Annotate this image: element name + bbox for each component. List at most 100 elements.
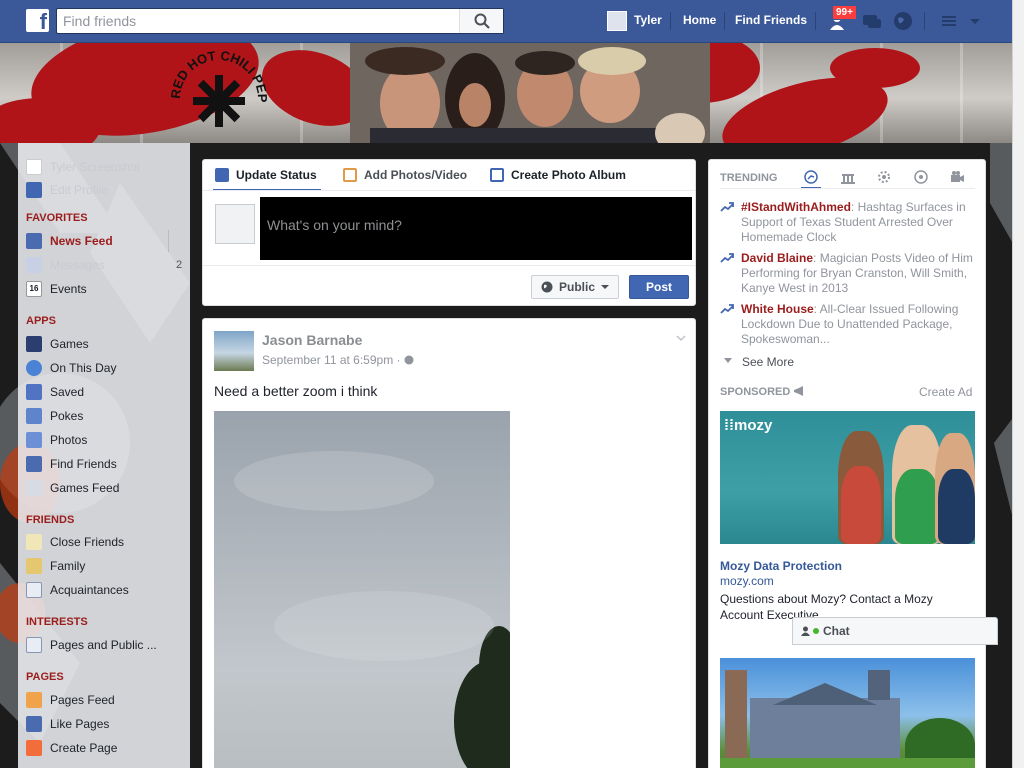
find-friends-icon xyxy=(26,456,42,472)
left-sidebar: Tyler Screenshot Edit Profile FAVORITES … xyxy=(18,143,190,768)
sidebar-item-saved[interactable]: Saved xyxy=(26,383,84,401)
sidebar-item-family[interactable]: Family xyxy=(26,557,85,575)
sidebar-item-games[interactable]: Games xyxy=(26,335,89,353)
cover-banner: RED HOT CHILI PEPPERS xyxy=(0,43,1024,143)
album-icon xyxy=(490,168,504,182)
pages-heading: PAGES xyxy=(26,671,64,683)
search-input[interactable] xyxy=(57,9,457,33)
pencil-icon xyxy=(215,168,229,182)
status-input[interactable]: What's on your mind? xyxy=(260,197,692,260)
sidebar-item-close-friends[interactable]: Close Friends xyxy=(26,533,124,551)
ad-image[interactable]: ⁞⁞mozy xyxy=(720,411,975,544)
messages-icon xyxy=(26,257,42,273)
chat-bar[interactable]: Chat xyxy=(792,617,998,645)
sidebar-item-events[interactable]: 16 Events xyxy=(26,280,87,298)
messages-icon[interactable] xyxy=(861,10,883,32)
chevron-down-icon[interactable] xyxy=(964,10,986,32)
trending-top-icon[interactable] xyxy=(803,169,819,185)
globe-icon xyxy=(404,355,414,365)
sidebar-item-like-pages[interactable]: Like Pages xyxy=(26,715,109,733)
trending-item[interactable]: #IStandWithAhmed: Hashtag Surfaces in Su… xyxy=(720,200,975,245)
poke-icon xyxy=(26,408,42,424)
top-divider xyxy=(724,12,725,30)
sidebar-item-messages[interactable]: Messages xyxy=(26,256,105,274)
plus-icon xyxy=(26,740,42,756)
facebook-logo[interactable]: f xyxy=(26,9,49,32)
search-box xyxy=(56,8,504,34)
right-sidebar: TRENDING #IStandWithAhmed: Hashtag Surfa… xyxy=(708,159,986,768)
interests-heading: INTERESTS xyxy=(26,616,88,628)
sidebar-item-acquaintances[interactable]: Acquaintances xyxy=(26,581,129,599)
sidebar-item-on-this-day[interactable]: On This Day xyxy=(26,359,116,377)
photo-icon xyxy=(343,168,357,182)
favorites-heading: FAVORITES xyxy=(26,212,88,224)
post-timestamp[interactable]: September 11 at 6:59pm · xyxy=(262,353,414,367)
ad-title[interactable]: Mozy Data Protection xyxy=(720,559,842,573)
trending-topic[interactable]: #IStandWithAhmed xyxy=(741,200,851,214)
globe-icon xyxy=(541,281,553,293)
tab-update-status[interactable]: Update Status xyxy=(215,168,317,182)
post-photo[interactable] xyxy=(214,411,510,768)
sidebar-item-find-friends[interactable]: Find Friends xyxy=(26,455,117,473)
ad-domain[interactable]: mozy.com xyxy=(720,574,774,588)
author-avatar[interactable] xyxy=(214,331,254,371)
trending-topic[interactable]: White House xyxy=(741,302,814,316)
author-name[interactable]: Jason Barnabe xyxy=(262,332,362,348)
profile-avatar-icon xyxy=(26,159,42,175)
mozy-logo: ⁞⁞mozy xyxy=(724,417,773,434)
tab-add-photos[interactable]: Add Photos/Video xyxy=(343,168,467,182)
messages-count: 2 xyxy=(176,259,183,271)
sports-icon[interactable] xyxy=(913,169,929,185)
trending-item[interactable]: White House: All-Clear Issued Following … xyxy=(720,302,975,347)
sidebar-edit-profile[interactable]: Edit Profile xyxy=(26,181,108,199)
bookmark-icon xyxy=(26,384,42,400)
chevron-down-icon xyxy=(601,285,610,289)
privacy-shortcuts-icon[interactable] xyxy=(938,10,960,32)
sidebar-item-pages-public[interactable]: Pages and Public ... xyxy=(26,636,157,654)
scrollbar[interactable] xyxy=(1012,0,1024,768)
top-divider xyxy=(924,12,925,30)
top-divider xyxy=(670,12,671,30)
tab-create-album[interactable]: Create Photo Album xyxy=(490,168,626,182)
post-text: Need a better zoom i think xyxy=(214,383,378,399)
trending-divider xyxy=(720,188,975,189)
post-button[interactable]: Post xyxy=(629,275,689,299)
calendar-icon: 16 xyxy=(26,281,42,297)
megaphone-icon xyxy=(794,386,804,396)
games-icon xyxy=(26,336,42,352)
trending-item[interactable]: David Blaine: Magician Posts Video of Hi… xyxy=(720,251,975,296)
notification-badge: 99+ xyxy=(832,5,857,20)
entertainment-icon[interactable] xyxy=(949,169,965,185)
list-icon xyxy=(26,637,42,653)
trending-arrow-icon xyxy=(720,202,734,212)
globe-icon[interactable] xyxy=(892,10,914,32)
home-link[interactable]: Home xyxy=(683,13,716,27)
privacy-selector[interactable]: Public xyxy=(531,275,619,299)
sidebar-item-create-page[interactable]: Create Page xyxy=(26,739,117,757)
politics-icon[interactable] xyxy=(840,169,856,185)
trending-topic[interactable]: David Blaine xyxy=(741,251,813,265)
sidebar-item-pokes[interactable]: Pokes xyxy=(26,407,83,425)
sidebar-item-games-feed[interactable]: Games Feed xyxy=(26,479,119,497)
sidebar-divider xyxy=(168,230,169,252)
ad-image[interactable] xyxy=(720,658,975,768)
see-more-link[interactable]: See More xyxy=(742,355,794,369)
create-ad-link[interactable]: Create Ad xyxy=(919,385,972,399)
composer-divider xyxy=(203,265,695,266)
chevron-down-icon[interactable] xyxy=(675,332,687,344)
find-friends-link[interactable]: Find Friends xyxy=(735,13,807,27)
sidebar-profile[interactable]: Tyler Screenshot xyxy=(26,158,140,176)
photos-icon xyxy=(26,432,42,448)
user-avatar[interactable] xyxy=(607,11,627,31)
search-button[interactable] xyxy=(459,9,503,33)
apps-heading: APPS xyxy=(26,315,56,327)
sidebar-item-news-feed[interactable]: News Feed xyxy=(26,232,113,250)
chat-label: Chat xyxy=(823,624,850,638)
sidebar-item-pages-feed[interactable]: Pages Feed xyxy=(26,691,115,709)
thumbs-up-icon xyxy=(26,716,42,732)
clock-icon xyxy=(26,360,42,376)
sidebar-item-photos[interactable]: Photos xyxy=(26,431,87,449)
science-icon[interactable] xyxy=(876,169,892,185)
house-icon xyxy=(26,558,42,574)
profile-link[interactable]: Tyler xyxy=(634,13,662,27)
